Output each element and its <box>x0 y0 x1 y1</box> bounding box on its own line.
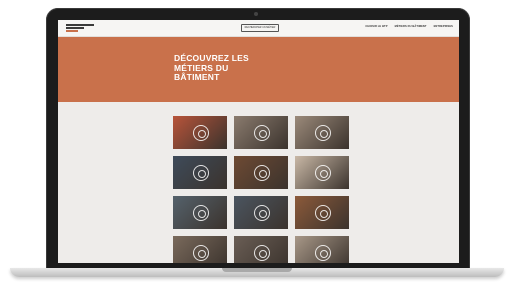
page-title: DÉCOUVREZ LES MÉTIERS DU BÂTIMENT <box>174 53 249 82</box>
trade-icon <box>315 245 331 261</box>
trade-icon <box>193 165 209 181</box>
trade-tile[interactable] <box>234 196 288 229</box>
site-header: RECHERCHER UN MÉTIER CHOISIR LE BTP MÉTI… <box>58 20 459 37</box>
trade-tile[interactable] <box>173 236 227 263</box>
main-nav: CHOISIR LE BTP MÉTIERS DU BÂTIMENT ENTRE… <box>365 25 453 28</box>
nav-item-metiers[interactable]: MÉTIERS DU BÂTIMENT <box>395 25 427 28</box>
trade-icon <box>254 205 270 221</box>
trade-icon <box>193 125 209 141</box>
trade-tile[interactable] <box>295 236 349 263</box>
trade-tile[interactable] <box>234 236 288 263</box>
search-button[interactable]: RECHERCHER UN MÉTIER <box>241 24 279 32</box>
trade-tile[interactable] <box>295 196 349 229</box>
website-screen: RECHERCHER UN MÉTIER CHOISIR LE BTP MÉTI… <box>58 20 459 263</box>
trade-tile[interactable] <box>173 196 227 229</box>
trade-tile[interactable] <box>234 156 288 189</box>
camera-icon <box>254 12 258 16</box>
trade-grid <box>173 116 349 263</box>
trade-icon <box>193 245 209 261</box>
trade-icon <box>254 245 270 261</box>
trade-tile[interactable] <box>234 116 288 149</box>
trade-tile[interactable] <box>173 116 227 149</box>
trade-icon <box>254 125 270 141</box>
trade-tile[interactable] <box>173 156 227 189</box>
trade-icon <box>193 205 209 221</box>
site-logo[interactable] <box>66 24 94 32</box>
trade-icon <box>315 165 331 181</box>
nav-item-entreprises[interactable]: ENTREPRISES <box>434 25 453 28</box>
trade-tile[interactable] <box>295 156 349 189</box>
nav-item-choisir[interactable]: CHOISIR LE BTP <box>365 25 387 28</box>
trade-icon <box>315 205 331 221</box>
hero-banner: DÉCOUVREZ LES MÉTIERS DU BÂTIMENT <box>58 37 459 102</box>
trade-icon <box>315 125 331 141</box>
trade-tile[interactable] <box>295 116 349 149</box>
trade-icon <box>254 165 270 181</box>
laptop-notch <box>222 268 292 272</box>
